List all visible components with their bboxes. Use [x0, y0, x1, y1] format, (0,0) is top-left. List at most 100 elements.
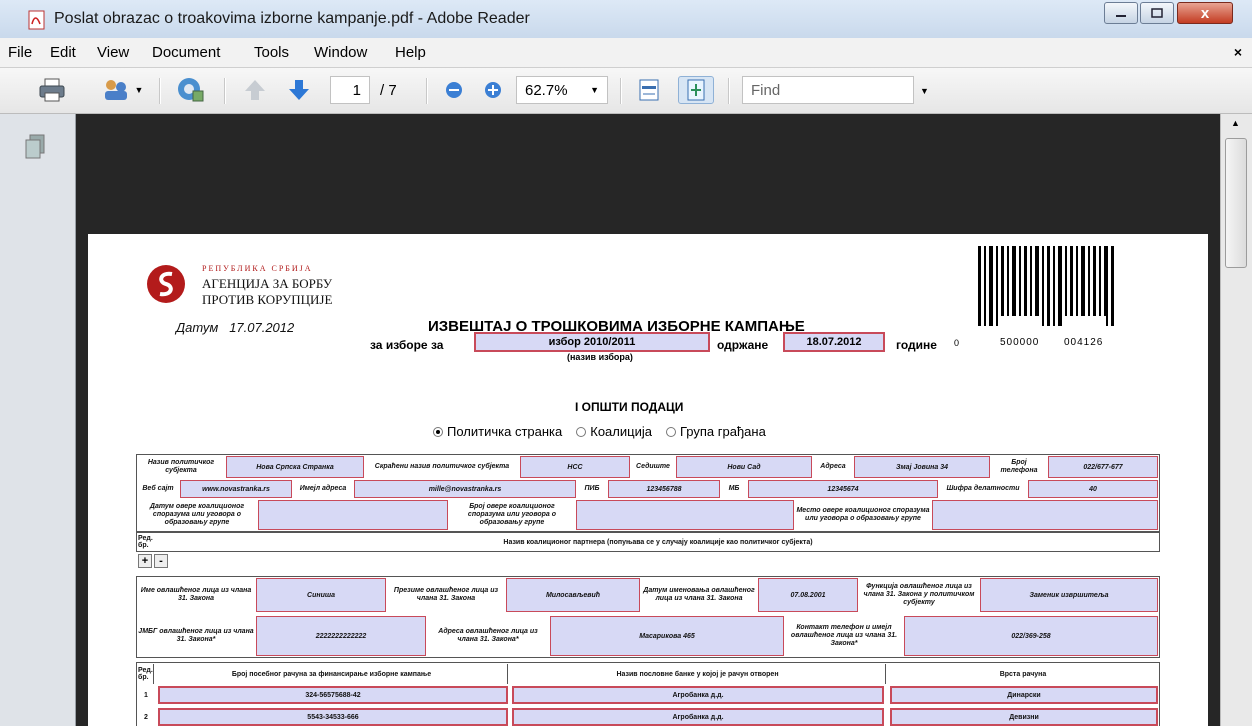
contact-label: Контакт телефон и имејл овлашћеног лица …: [790, 624, 898, 647]
section-title: I ОПШТИ ПОДАЦИ: [575, 400, 684, 414]
arrow-up-icon: [245, 80, 265, 100]
next-page-button[interactable]: [284, 76, 314, 104]
coalition-place-label: Место овере коалиционог споразума или уг…: [796, 507, 930, 522]
window-title: Poslat obrazac o troakovima izborne kamp…: [54, 10, 530, 27]
vertical-scrollbar[interactable]: ▲: [1220, 114, 1252, 726]
menu-file[interactable]: File: [8, 44, 32, 61]
bank-name-field[interactable]: Агробанка д.д.: [512, 686, 884, 704]
short-name-label: Скраћени назив политичког субјекта: [374, 463, 510, 470]
chevron-down-icon: ▼: [590, 85, 599, 95]
account-type-field[interactable]: Девизни: [890, 708, 1158, 726]
scroll-thumb[interactable]: [1225, 138, 1247, 268]
maximize-icon: [1151, 8, 1163, 18]
share-button[interactable]: ▼: [96, 76, 148, 104]
comment-button[interactable]: [172, 76, 210, 104]
mb-field[interactable]: 12345674: [748, 480, 938, 498]
account-type-field[interactable]: Динарски: [890, 686, 1158, 704]
bank-name-field[interactable]: Агробанка д.д.: [512, 708, 884, 726]
toolbar-separator: [224, 78, 226, 104]
close-icon: x: [1200, 4, 1210, 22]
close-button[interactable]: x: [1177, 2, 1233, 24]
contact-field[interactable]: 022/369-258: [904, 616, 1158, 656]
election-name-field[interactable]: избор 2010/2011: [474, 332, 710, 352]
email-field[interactable]: mille@novastranka.rs: [354, 480, 576, 498]
website-field[interactable]: www.novastranka.rs: [180, 480, 292, 498]
find-options-chevron-icon[interactable]: ▼: [920, 86, 929, 96]
account-number-field[interactable]: 5543-34533-666: [158, 708, 508, 726]
zoom-in-button[interactable]: [480, 76, 506, 104]
radio-coalition[interactable]: Коалиција: [576, 424, 652, 439]
add-partner-button[interactable]: +: [138, 554, 152, 568]
coalition-place-field[interactable]: [932, 500, 1158, 530]
coalition-date-label: Датум овере коалиционог споразума или уг…: [149, 503, 245, 526]
page-number-input[interactable]: 1: [330, 76, 370, 104]
zoom-select[interactable]: 62.7% ▼: [516, 76, 608, 104]
minimize-button[interactable]: [1104, 2, 1138, 24]
fit-width-button[interactable]: [634, 76, 664, 104]
pages-panel-icon[interactable]: [24, 134, 46, 160]
maximize-button[interactable]: [1140, 2, 1174, 24]
appoint-date-field[interactable]: 07.08.2001: [758, 578, 858, 612]
pib-field[interactable]: 123456788: [608, 480, 720, 498]
agency-name-line1: АГЕНЦИЈА ЗА БОРБУ: [202, 276, 333, 291]
radio-empty-icon: [576, 426, 587, 437]
activity-code-field[interactable]: 40: [1028, 480, 1158, 498]
phone-label: Број телефона: [1000, 459, 1038, 474]
partners-no-label: Ред. бр.: [138, 535, 153, 549]
menu-tools[interactable]: Tools: [254, 44, 289, 61]
last-name-field[interactable]: Милосављевић: [506, 578, 640, 612]
person-address-label: Адреса овлашћеног лица из члана 31. Зако…: [438, 628, 538, 643]
arrow-down-icon: [289, 80, 309, 100]
coalition-date-field[interactable]: [258, 500, 448, 530]
function-field[interactable]: Заменик изврши­теља: [980, 578, 1158, 612]
radio-empty-icon: [665, 426, 676, 437]
coalition-number-label: Број овере коалиционог споразума или уго…: [467, 503, 557, 526]
barcode-right-digits: 004126: [1064, 337, 1104, 348]
report-date: Датум 17.07.2012: [176, 320, 294, 335]
barcode-left-digits: 500000: [1000, 337, 1040, 348]
menu-document[interactable]: Document: [152, 44, 220, 61]
pdf-app-icon: [28, 10, 45, 30]
previous-page-button[interactable]: [240, 76, 270, 104]
accounts-col-type: Врста рачуна: [999, 670, 1047, 678]
agency-name-line2: ПРОТИВ КОРУПЦИЈЕ: [202, 292, 333, 307]
remove-partner-button[interactable]: -: [154, 554, 168, 568]
printer-icon: [39, 78, 65, 102]
address-field[interactable]: Змај Јовина 34: [854, 456, 990, 478]
find-input[interactable]: Find: [742, 76, 914, 104]
row-number: 1: [144, 691, 148, 699]
menu-window[interactable]: Window: [314, 44, 367, 61]
phone-field[interactable]: 022/677-677: [1048, 456, 1158, 478]
toolbar-separator: [159, 78, 161, 104]
date-value: 17.07.2012: [229, 320, 295, 335]
account-number-field[interactable]: 324-56575688-42: [158, 686, 508, 704]
coalition-number-field[interactable]: [576, 500, 794, 530]
zoom-out-button[interactable]: [441, 76, 467, 104]
zoom-out-icon: [446, 82, 462, 98]
print-button[interactable]: [34, 76, 70, 104]
short-name-field[interactable]: НСС: [520, 456, 630, 478]
fit-width-icon: [639, 79, 659, 101]
accounts-col-bank: Назив пословне банке у којој је рачун от…: [510, 664, 886, 684]
document-close-icon[interactable]: ×: [1234, 44, 1242, 60]
menu-view[interactable]: View: [97, 44, 129, 61]
toolbar-separator: [426, 78, 428, 104]
seat-field[interactable]: Нови Сад: [676, 456, 812, 478]
first-name-label: Име овлашћеног лица из члана 31. Закона: [140, 587, 252, 602]
scroll-up-icon[interactable]: ▲: [1231, 118, 1240, 128]
jmbg-field[interactable]: 2222222222222: [256, 616, 426, 656]
subject-type-radio-group: Политичка странка Коалиција Група грађан…: [433, 424, 766, 439]
subject-name-field[interactable]: Нова Српска Странка: [226, 456, 364, 478]
fit-page-icon: [687, 79, 705, 101]
radio-political-party[interactable]: Политичка странка: [433, 424, 562, 439]
chevron-down-icon: ▼: [134, 85, 144, 95]
held-date-field[interactable]: 18.07.2012: [783, 332, 885, 352]
pib-label: ПИБ: [584, 485, 600, 492]
menu-edit[interactable]: Edit: [50, 44, 76, 61]
fit-page-button[interactable]: [678, 76, 714, 104]
person-address-field[interactable]: Масарикова 465: [550, 616, 784, 656]
radio-citizens-group[interactable]: Група грађана: [665, 424, 766, 439]
menu-help[interactable]: Help: [395, 44, 426, 61]
held-label: одржане: [717, 338, 769, 352]
first-name-field[interactable]: Синиша: [256, 578, 386, 612]
